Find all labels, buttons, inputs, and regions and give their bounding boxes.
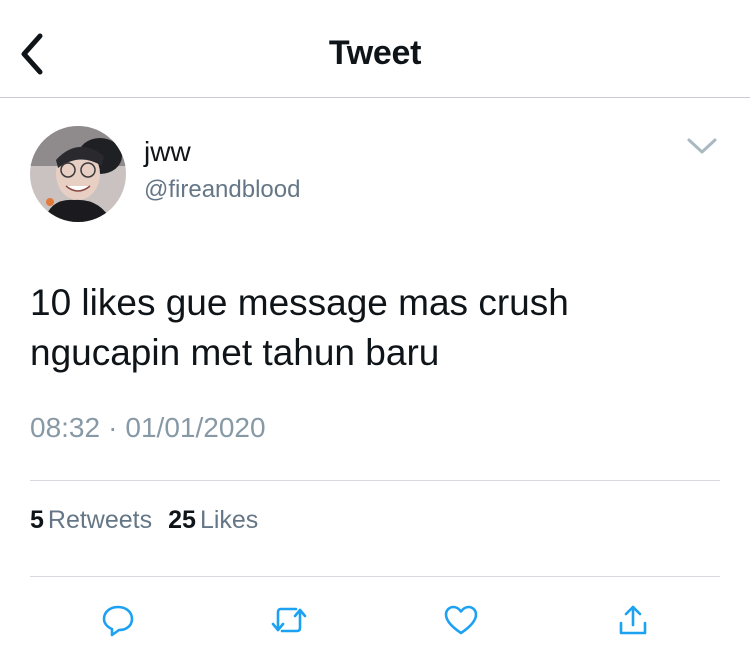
share-button[interactable] [611,598,655,642]
like-icon [444,605,478,635]
user-handle[interactable]: @fireandblood [144,176,300,204]
reply-button[interactable] [96,598,140,642]
timestamp-separator: · [108,412,118,443]
divider [30,480,720,481]
likes-count: 25 [168,506,196,534]
divider [30,576,720,577]
retweet-button[interactable] [267,598,311,642]
display-name[interactable]: jww [144,136,191,168]
chevron-down-icon [687,138,717,154]
tweet-timestamp: 08:32 · 01/01/2020 [30,412,266,444]
more-options-button[interactable] [684,132,720,160]
tweet-date: 01/01/2020 [125,412,266,443]
action-bar [0,598,750,642]
retweets-stat[interactable]: 5 Retweets [30,506,152,535]
reply-icon [102,605,134,637]
avatar[interactable] [30,126,126,222]
likes-label: Likes [199,506,259,534]
tweet-text: 10 likes gue message mas crush ngucapin … [30,282,569,373]
tweet-stats: 5 Retweets 25 Likes [30,506,258,535]
retweets-count: 5 [30,506,44,534]
tweet-time: 08:32 [30,412,101,443]
top-bar: Tweet [0,0,750,98]
tweet-header: jww @fireandblood [30,126,730,226]
page-title: Tweet [328,34,422,72]
share-icon [619,605,647,635]
likes-stat[interactable]: 25 Likes [168,506,258,535]
retweet-icon [271,607,307,633]
retweets-label: Retweets [47,506,153,534]
like-button[interactable] [439,598,483,642]
avatar-image [30,126,126,222]
